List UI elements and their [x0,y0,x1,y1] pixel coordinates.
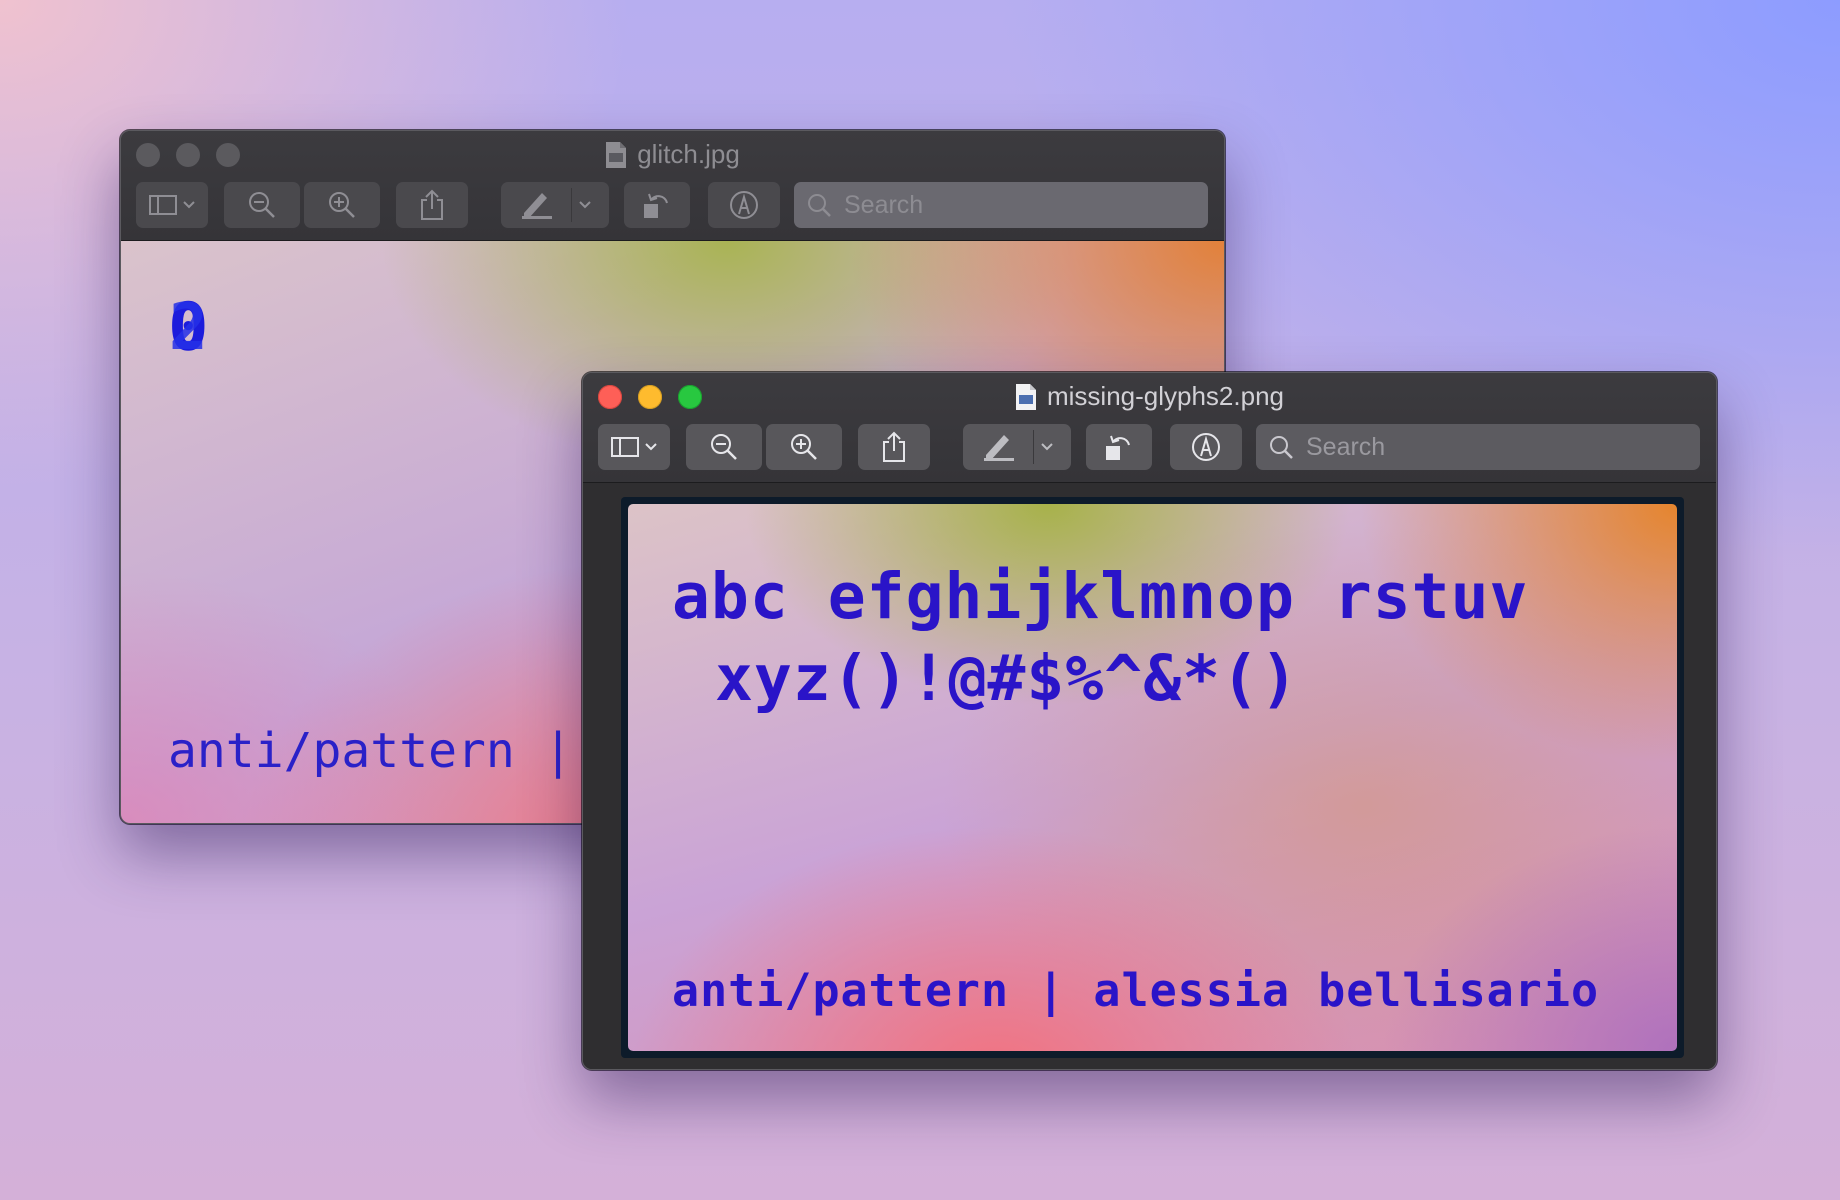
sidebar-icon [611,437,639,457]
share-button[interactable] [858,424,930,470]
window-title: glitch.jpg [121,139,1224,170]
rotate-button[interactable] [1086,424,1152,470]
zoom-out-icon [249,192,275,218]
markup-icon [730,191,758,219]
document-icon [606,141,627,168]
divider [1033,430,1034,464]
preview-window-front[interactable]: missing-glyphs2.png Search abc efghijklm… [582,372,1717,1070]
signature-text: anti/pattern | [168,723,573,779]
search-icon [808,194,831,217]
search-input[interactable] [1304,431,1608,463]
share-icon [421,189,443,220]
search-field[interactable] [1256,424,1700,470]
divider [571,188,572,222]
rotate-icon [1106,435,1130,460]
highlight-button[interactable] [501,182,609,228]
titlebar[interactable]: glitch.jpg [121,131,1224,241]
share-button[interactable] [396,182,468,228]
glitch-glyph: 0 2 [169,293,208,357]
share-icon [883,431,905,462]
search-input[interactable] [842,189,1146,221]
glyph-line-1: abc efghijklmnop rstuv [672,560,1529,633]
zoom-group [224,182,382,228]
highlight-button[interactable] [963,424,1071,470]
highlighter-icon [522,193,552,219]
glyph-line-2: xyz()!@#$%^&*() [715,642,1299,715]
toolbar [598,424,1701,470]
document-icon [1015,383,1036,410]
image-canvas: abc efghijklmnop rstuv xyz()!@#$%^&*() a… [628,504,1677,1051]
chevron-down-icon [645,443,657,451]
zoom-in-button[interactable] [304,182,380,228]
markup-button[interactable] [1170,424,1242,470]
window-title: missing-glyphs2.png [583,381,1716,412]
zoom-out-icon [711,434,737,460]
markup-icon [1192,433,1220,461]
zoom-in-icon [791,434,817,460]
search-field[interactable] [794,182,1208,228]
zoom-in-button[interactable] [766,424,842,470]
chevron-down-icon [1041,443,1053,451]
toolbar [136,182,1209,228]
chevron-down-icon [579,201,591,209]
window-title-text: glitch.jpg [637,139,740,169]
rotate-button[interactable] [624,182,690,228]
chevron-down-icon [183,201,195,209]
zoom-out-button[interactable] [224,182,300,228]
zoom-in-icon [329,192,355,218]
sidebar-icon [149,195,177,215]
image-frame: abc efghijklmnop rstuv xyz()!@#$%^&*() a… [621,497,1684,1058]
window-title-text: missing-glyphs2.png [1046,381,1284,411]
rotate-icon [644,193,668,218]
sidebar-toggle-button[interactable] [136,182,208,228]
signature-text: anti/pattern | alessia bellisario [672,964,1600,1017]
highlighter-icon [984,435,1014,461]
document-area: abc efghijklmnop rstuv xyz()!@#$%^&*() a… [583,483,1716,1069]
zoom-out-button[interactable] [686,424,762,470]
titlebar[interactable]: missing-glyphs2.png [583,373,1716,483]
sidebar-toggle-button[interactable] [598,424,670,470]
zoom-group [686,424,844,470]
svg-text:2: 2 [169,293,208,357]
markup-button[interactable] [708,182,780,228]
search-icon [1270,436,1293,459]
